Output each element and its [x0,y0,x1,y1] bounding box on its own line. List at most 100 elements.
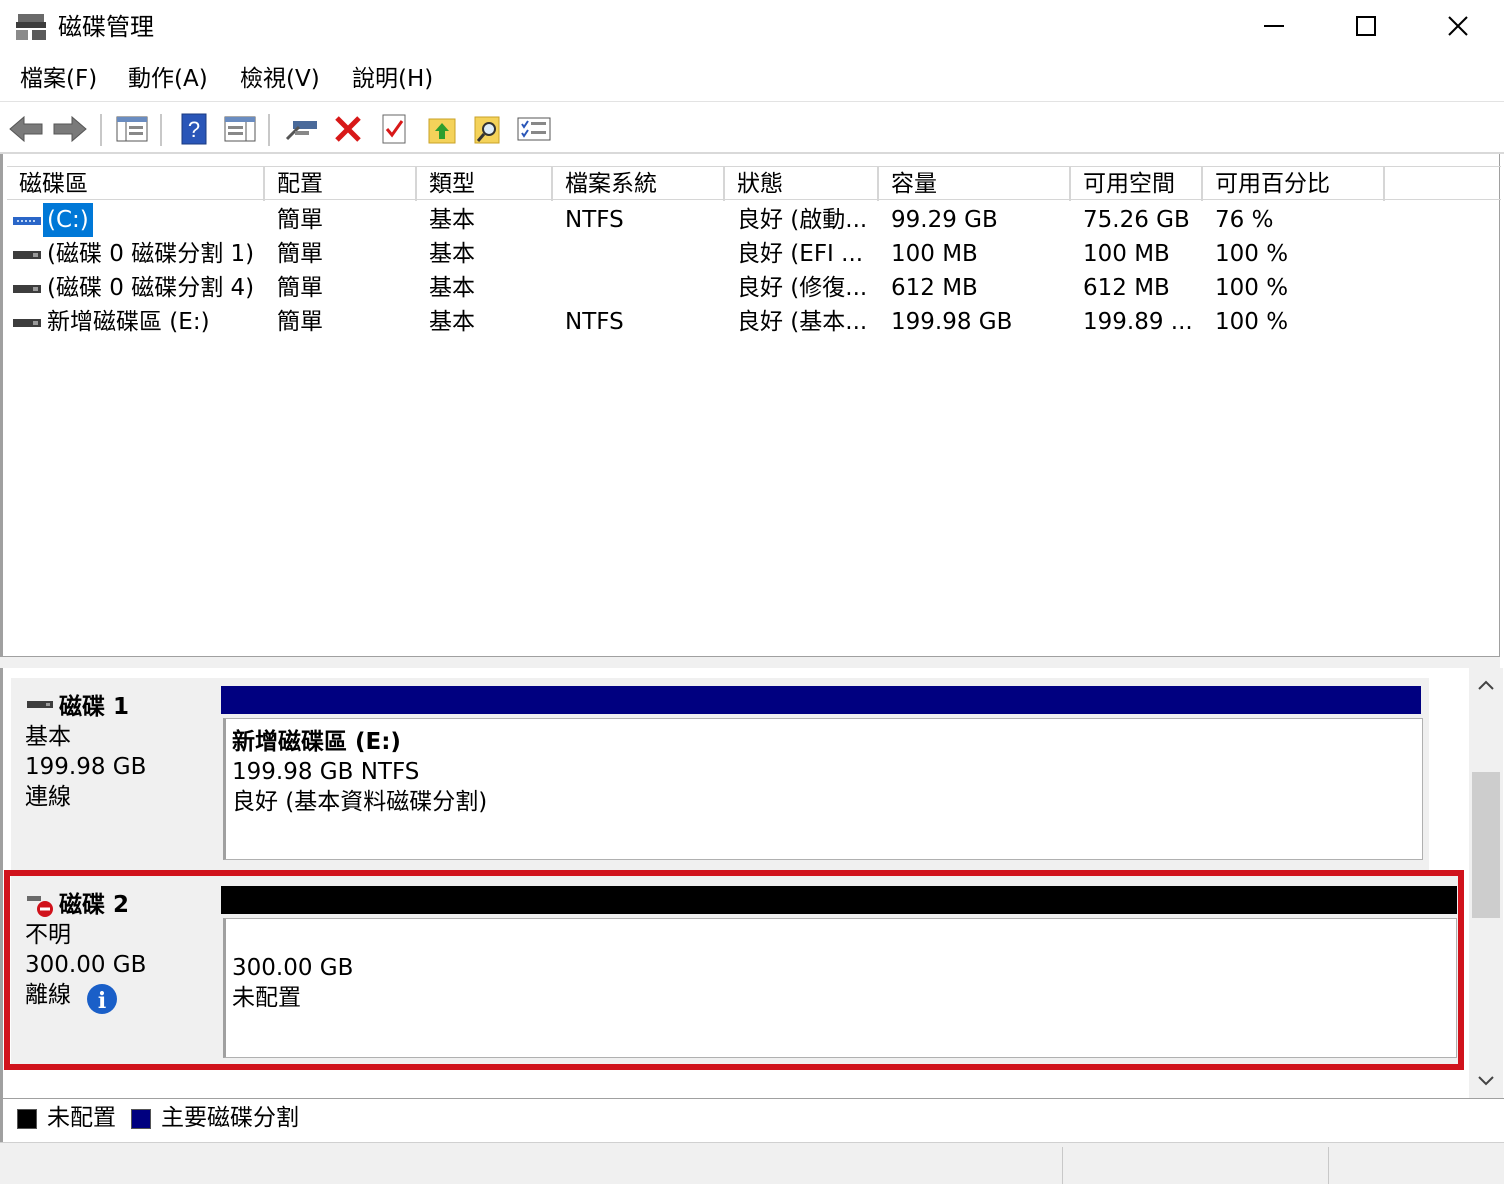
menu-file[interactable]: 檔案(F) [18,64,99,94]
column-header-free-space[interactable]: 可用空間 [1071,167,1203,201]
column-header-volume[interactable]: 磁碟區 [7,167,265,201]
chevron-up-icon [1478,680,1494,690]
partition-title: 新增磁碟區 (E:) [232,729,401,755]
column-header-type[interactable]: 類型 [417,167,553,201]
properties-view-button[interactable] [220,110,260,148]
volume-icon [13,285,41,293]
status-cell: 良好 (啟動... [737,207,868,233]
legend: 未配置 主要磁碟分割 [0,1098,1504,1142]
table-row[interactable]: (磁碟 0 磁碟分割 4) 簡單 基本 良好 (修復... 612 MB 612… [7,271,1501,305]
close-button[interactable] [1412,0,1504,52]
folder-up-button[interactable] [422,110,462,148]
search-folder-button[interactable] [468,110,508,148]
help-icon: ? [181,113,207,145]
vertical-scrollbar[interactable] [1469,668,1503,1098]
volume-name: (磁碟 0 磁碟分割 1) [47,241,255,267]
legend-swatch-unallocated [17,1109,37,1129]
disk-management-icon [14,12,48,42]
check-button[interactable] [374,110,414,148]
chevron-down-icon [1478,1076,1494,1086]
capacity-cell: 612 MB [891,275,978,301]
column-header-status[interactable]: 狀態 [725,167,879,201]
maximize-button[interactable] [1320,0,1412,52]
legend-label-unallocated: 未配置 [47,1105,116,1131]
disk-1-size: 199.98 GB [25,754,147,780]
back-button[interactable] [6,110,46,148]
toolbar-separator [268,114,270,146]
percent-free-cell: 100 % [1215,241,1289,267]
column-header-layout[interactable]: 配置 [265,167,417,201]
toolbar: ? [0,102,1504,154]
connect-icon [285,121,317,141]
disk-1-info[interactable]: 磁碟 1 基本 199.98 GB 連線 [11,678,217,870]
type-cell: 基本 [429,241,475,267]
search-folder-icon [474,116,500,144]
delete-button[interactable] [328,110,368,148]
list-header: 磁碟區 配置 類型 檔案系統 狀態 容量 可用空間 可用百分比 [7,166,1501,201]
scrollbar-thumb[interactable] [1472,772,1500,918]
title-bar: 磁碟管理 [0,0,1504,56]
type-cell: 基本 [429,309,475,335]
highlight-annotation [4,870,1464,1070]
partition-e[interactable]: 新增磁碟區 (E:) 199.98 GB NTFS 良好 (基本資料磁碟分割) [223,718,1423,860]
connect-button[interactable] [282,110,322,148]
menu-action[interactable]: 動作(A) [126,64,210,94]
column-header-percent-free[interactable]: 可用百分比 [1203,167,1385,201]
menu-bar: 檔案(F) 動作(A) 檢視(V) 說明(H) [0,56,1504,102]
properties-icon [224,116,256,142]
legend-swatch-primary [131,1109,151,1129]
menu-view[interactable]: 檢視(V) [238,64,322,94]
disk-1-state: 連線 [25,784,71,810]
help-button[interactable]: ? [174,110,214,148]
partition-size: 199.98 GB NTFS [232,759,420,785]
primary-partition-bar [221,686,1421,714]
percent-free-cell: 100 % [1215,275,1289,301]
menu-help[interactable]: 說明(H) [350,64,435,94]
scroll-down-button[interactable] [1469,1064,1503,1098]
type-cell: 基本 [429,275,475,301]
check-icon [382,114,406,144]
volume-icon [13,217,41,225]
layout-cell: 簡單 [277,309,323,335]
volume-name: (C:) [43,203,93,237]
filesystem-cell: NTFS [565,309,624,335]
close-icon [1448,16,1468,36]
table-row[interactable]: (C:) 簡單 基本 NTFS 良好 (啟動... 99.29 GB 75.26… [7,203,1501,237]
table-row[interactable]: (磁碟 0 磁碟分割 1) 簡單 基本 良好 (EFI ... 100 MB 1… [7,237,1501,271]
forward-button[interactable] [50,110,90,148]
console-tree-button[interactable] [112,110,152,148]
toolbar-separator [160,114,162,146]
partition-status: 良好 (基本資料磁碟分割) [232,789,488,815]
percent-free-cell: 100 % [1215,309,1289,335]
layout-cell: 簡單 [277,207,323,233]
disk-icon [27,701,53,708]
capacity-cell: 99.29 GB [891,207,998,233]
status-separator [1328,1147,1329,1184]
percent-free-cell: 76 % [1215,207,1274,233]
volume-icon [13,319,41,327]
scroll-up-button[interactable] [1469,668,1503,702]
column-header-capacity[interactable]: 容量 [879,167,1071,201]
back-icon [9,115,43,143]
status-cell: 良好 (修復... [737,275,868,301]
window-title: 磁碟管理 [58,13,154,41]
pane-splitter[interactable] [0,656,1500,668]
free-space-cell: 100 MB [1083,241,1170,267]
disk-1-kind: 基本 [25,724,71,750]
type-cell: 基本 [429,207,475,233]
forward-icon [53,115,87,143]
folder-up-icon [428,118,456,144]
status-cell: 良好 (EFI ... [737,241,864,267]
status-bar [0,1142,1504,1184]
capacity-cell: 100 MB [891,241,978,267]
free-space-cell: 612 MB [1083,275,1170,301]
list-button[interactable] [514,110,554,148]
toolbar-separator [100,114,102,146]
table-row[interactable]: 新增磁碟區 (E:) 簡單 基本 NTFS 良好 (基本... 199.98 G… [7,305,1501,339]
column-header-filesystem[interactable]: 檔案系統 [553,167,725,201]
status-separator [1062,1147,1063,1184]
minimize-button[interactable] [1228,0,1320,52]
volume-name: (磁碟 0 磁碟分割 4) [47,275,255,301]
disk-1-name: 磁碟 1 [59,694,130,720]
free-space-cell: 75.26 GB [1083,207,1190,233]
